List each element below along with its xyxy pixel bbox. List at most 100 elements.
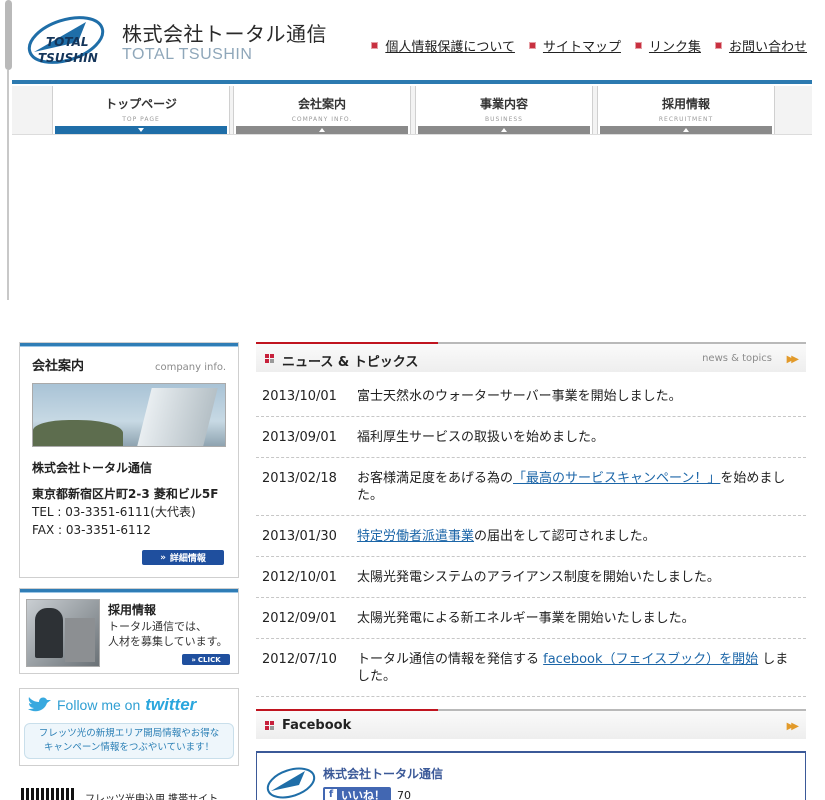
company-box-heading: 会社案内	[32, 359, 85, 374]
nav-tab-business[interactable]: 事業内容 BUSINESS	[415, 86, 593, 134]
nav-tab-company-label: 会社案内	[297, 97, 346, 111]
twitter-message-line2: キャンペーン情報をつぶやいています！	[43, 742, 215, 753]
facebook-like-count: 70	[397, 789, 411, 800]
news-text: お客様満足度をあげる為の	[357, 471, 514, 486]
news-item: 2013/01/30 特定労働者派遣事業の届出をして認可されました。	[256, 516, 806, 557]
recruit-text-line2: 人材を募集しています。	[108, 635, 228, 648]
news-text: 福利厚生サービスの取扱いを始めました。	[357, 430, 605, 445]
nav-tab-company-sub: COMPANY INFO.	[291, 116, 353, 123]
double-arrow-icon[interactable]: ▶▶	[787, 721, 800, 732]
facebook-like-button[interactable]: f いいね！	[323, 787, 391, 800]
nav-tab-recruitment[interactable]: 採用情報 RECRUITMENT	[597, 86, 775, 134]
bullet-icon	[634, 42, 642, 49]
nav-indicator	[600, 126, 772, 134]
campaign-link[interactable]: 「最高のサービスキャンペーン！」	[513, 471, 720, 486]
twitter-follow-text: Follow me on	[57, 697, 141, 713]
company-info-box: 会社案内 company info. 株式会社トータル通信 東京都新宿区片町2-…	[19, 342, 239, 578]
company-detail-button-label: 詳細情報	[169, 554, 206, 564]
news-date: 2013/01/30	[262, 529, 337, 544]
recruit-text-line1: トータル通信では、	[108, 620, 207, 633]
nav-indicator	[55, 126, 227, 134]
bullet-icon	[371, 42, 379, 49]
twitter-wordmark: twitter	[145, 695, 197, 714]
contact-link[interactable]: お問い合わせ	[714, 36, 807, 55]
facebook-like-label: いいね！	[341, 789, 385, 800]
scrollbar-thumb[interactable]	[5, 0, 12, 70]
header-links: 個人情報保護について サイトマップ リンク集 お問い合わせ	[371, 36, 807, 55]
facebook-start-link[interactable]: facebook（フェイスブック）を開始	[543, 652, 758, 667]
twitter-message: フレッツ光の新規エリア開局情報やお得な キャンペーン情報をつぶやいています！	[24, 723, 234, 759]
recruit-title: 採用情報	[108, 603, 157, 617]
sitemap-link-label: サイトマップ	[542, 40, 621, 55]
news-title-en[interactable]: news & topics	[702, 353, 772, 364]
section-square-icon	[265, 721, 274, 730]
nav-tab-recruitment-sub: RECRUITMENT	[658, 116, 714, 123]
news-date: 2013/02/18	[262, 471, 337, 486]
recruit-box[interactable]: 採用情報 トータル通信では、 人材を募集しています。 » CLICK	[19, 588, 239, 674]
news-text: 太陽光発電による新エネルギー事業を開始いたしました。	[357, 611, 695, 626]
global-nav: トップページ TOP PAGE 会社案内 COMPANY INFO. 事業内容 …	[12, 86, 812, 135]
recruit-click-button[interactable]: » CLICK	[182, 654, 230, 665]
facebook-icon: f	[325, 789, 337, 800]
nav-tab-recruitment-label: 採用情報	[661, 97, 710, 111]
logo-text-top: TOTAL	[46, 35, 89, 49]
company-detail-button[interactable]: » 詳細情報	[142, 550, 224, 565]
news-text: トータル通信の情報を発信する	[357, 652, 544, 667]
news-date: 2012/10/01	[262, 570, 337, 585]
nav-tab-top-label: トップページ	[105, 97, 177, 111]
dispatch-business-link[interactable]: 特定労働者派遣事業	[357, 529, 474, 544]
scrollbar-track	[7, 70, 9, 300]
logo-text-bottom: TSUSHIN	[38, 51, 98, 65]
company-name: 株式会社トータル通信	[32, 461, 153, 475]
links-link[interactable]: リンク集	[634, 36, 701, 55]
recruit-photo	[26, 599, 100, 667]
double-chevron-icon: »	[191, 655, 196, 664]
news-date: 2012/07/10	[262, 652, 337, 667]
news-title: ニュース & トピックス	[282, 355, 419, 370]
facebook-widget: 株式会社トータル通信 f いいね！ 70	[256, 751, 806, 800]
total-tsushin-logo[interactable]: TOTAL TSUSHIN	[26, 12, 112, 68]
contact-link-label: お問い合わせ	[728, 40, 807, 55]
brand-name-jp: 株式会社トータル通信	[122, 22, 327, 46]
office-building-photo	[32, 383, 226, 447]
nav-tab-business-label: 事業内容	[479, 97, 528, 111]
news-text: 富士天然水のウォーターサーバー事業を開始しました。	[357, 389, 682, 404]
news-list: 2013/10/01 富士天然水のウォーターサーバー事業を開始しました。 201…	[256, 376, 806, 697]
nav-tab-top-sub: TOP PAGE	[122, 116, 160, 123]
section-square-icon	[265, 354, 274, 363]
facebook-header: Facebook ▶▶	[256, 709, 806, 739]
qr-code-icon	[21, 788, 75, 800]
box-top-rule	[20, 589, 238, 593]
nav-indicator	[418, 126, 590, 134]
bullet-icon	[528, 42, 536, 49]
news-header: ニュース & トピックス news & topics ▶▶	[256, 342, 806, 372]
links-link-label: リンク集	[648, 40, 701, 55]
twitter-banner[interactable]: Follow me on twitter フレッツ光の新規エリア開局情報やお得な…	[19, 688, 239, 766]
nav-tab-top[interactable]: トップページ TOP PAGE	[52, 86, 230, 134]
nav-indicator	[236, 126, 408, 134]
twitter-bird-icon	[28, 697, 51, 712]
news-item: 2013/02/18 お客様満足度をあげる為の「最高のサービスキャンペーン！」を…	[256, 458, 806, 516]
double-arrow-icon[interactable]: ▶▶	[787, 354, 800, 365]
news-date: 2012/09/01	[262, 611, 337, 626]
news-text-tail: の届出をして認可されました。	[474, 529, 656, 544]
news-date: 2013/10/01	[262, 389, 337, 404]
news-text: 太陽光発電システムのアライアンス制度を開始いたしました。	[357, 570, 720, 585]
sitemap-link[interactable]: サイトマップ	[528, 36, 621, 55]
twitter-message-line1: フレッツ光の新規エリア開局情報やお得な	[38, 728, 220, 739]
news-item: 2013/10/01 富士天然水のウォーターサーバー事業を開始しました。	[256, 376, 806, 417]
news-item: 2012/07/10 トータル通信の情報を発信する facebook（フェイスブ…	[256, 639, 806, 697]
news-item: 2013/09/01 福利厚生サービスの取扱いを始めました。	[256, 417, 806, 458]
privacy-link-label: 個人情報保護について	[385, 40, 515, 55]
mobile-site-banner[interactable]: フレッツ光申込用 携帯サイト	[19, 786, 239, 800]
company-box-heading-en: company info.	[154, 362, 226, 373]
company-tel: TEL : 03-3351-6111(大代表)	[32, 505, 196, 519]
facebook-title: Facebook	[282, 718, 352, 733]
facebook-page-name[interactable]: 株式会社トータル通信	[323, 765, 443, 782]
news-item: 2012/09/01 太陽光発電による新エネルギー事業を開始いたしました。	[256, 598, 806, 639]
nav-tab-company[interactable]: 会社案内 COMPANY INFO.	[233, 86, 411, 134]
news-item: 2012/10/01 太陽光発電システムのアライアンス制度を開始いたしました。	[256, 557, 806, 598]
privacy-link[interactable]: 個人情報保護について	[371, 36, 515, 55]
brand-name-en: TOTAL TSUSHIN	[122, 46, 253, 63]
company-fax: FAX : 03-3351-6112	[32, 523, 151, 537]
